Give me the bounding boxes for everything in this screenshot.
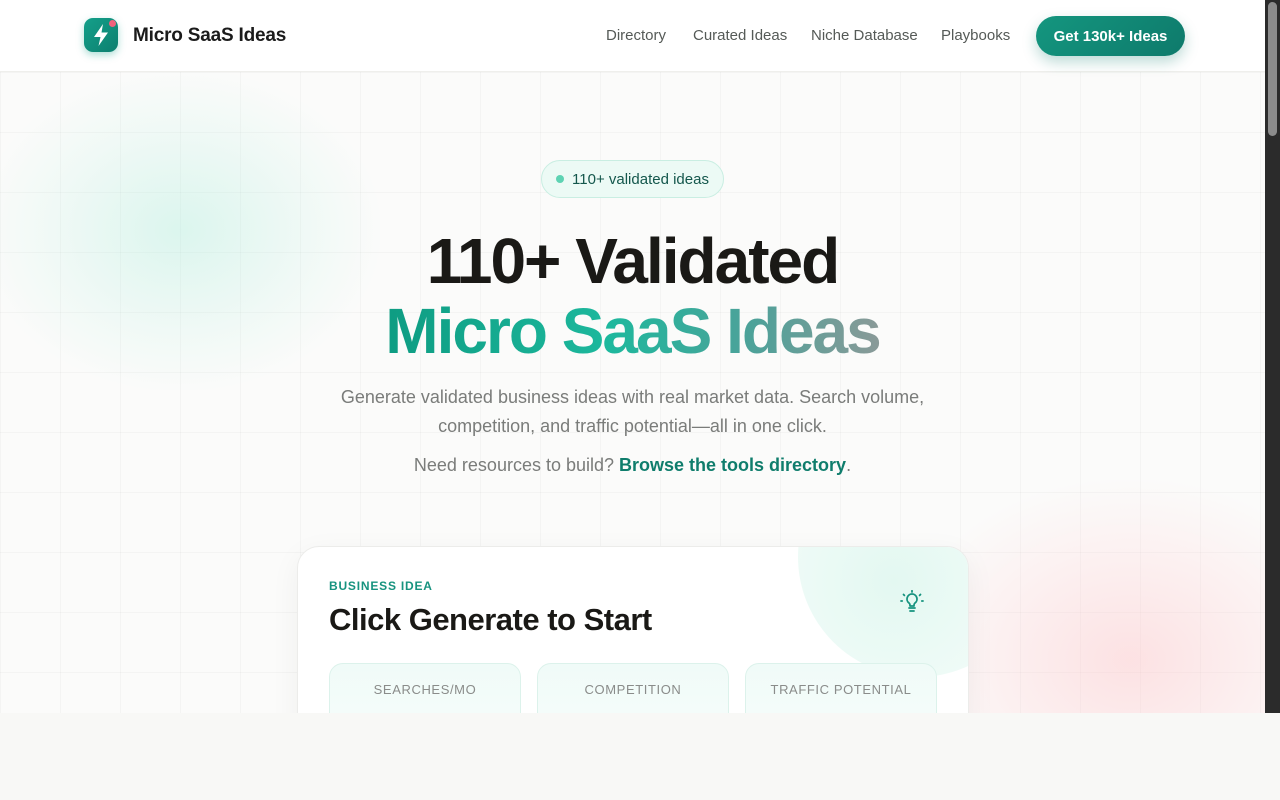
tools-directory-link[interactable]: Browse the tools directory [619,455,846,475]
brand-name[interactable]: Micro SaaS Ideas [133,25,286,47]
scrollbar-thumb[interactable] [1268,2,1277,136]
stat-searches: SEARCHES/MO [329,663,521,713]
nav-directory[interactable]: Directory [606,27,666,44]
stat-traffic: TRAFFIC POTENTIAL [745,663,937,713]
resources-line: Need resources to build? Browse the tool… [0,455,1265,476]
nav-niche-database[interactable]: Niche Database [811,27,918,44]
below-viewport-area [0,713,1280,800]
hero-title-line1: 110+ Validated [426,225,840,297]
nav-curated-ideas[interactable]: Curated Ideas [693,27,787,44]
nav-playbooks[interactable]: Playbooks [941,27,1010,44]
hero-title-line2: Micro SaaS Ideas [0,294,1265,368]
lightning-bolt-icon [94,24,108,46]
resources-prefix: Need resources to build? [413,455,620,475]
validated-badge: 110+ validated ideas [541,160,724,198]
resources-suffix: . [846,455,852,475]
card-label: BUSINESS IDEA [329,579,433,593]
stat-label: TRAFFIC POTENTIAL [770,682,912,697]
logo-notification-dot [109,20,116,27]
stat-label: SEARCHES/MO [373,682,477,697]
stat-label: COMPETITION [584,682,682,697]
page-viewport: Micro SaaS Ideas Directory Curated Ideas… [0,0,1265,713]
site-header: Micro SaaS Ideas Directory Curated Ideas… [0,0,1265,72]
badge-dot [556,175,565,183]
hero-title-gradient: Micro SaaS Ideas [385,295,881,367]
logo[interactable] [84,18,118,52]
card-title: Click Generate to Start [329,602,652,637]
hero-subtitle: Generate validated business ideas with r… [340,387,925,436]
card-corner-decoration [798,547,968,677]
stat-competition: COMPETITION [537,663,729,713]
vertical-scrollbar[interactable] [1265,0,1280,713]
badge-label: 110+ validated ideas [572,170,709,188]
idea-card: BUSINESS IDEA Click Generate to Start SE… [297,546,969,713]
get-ideas-button[interactable]: Get 130k+ Ideas [1036,16,1185,56]
lightbulb-icon [900,590,924,612]
